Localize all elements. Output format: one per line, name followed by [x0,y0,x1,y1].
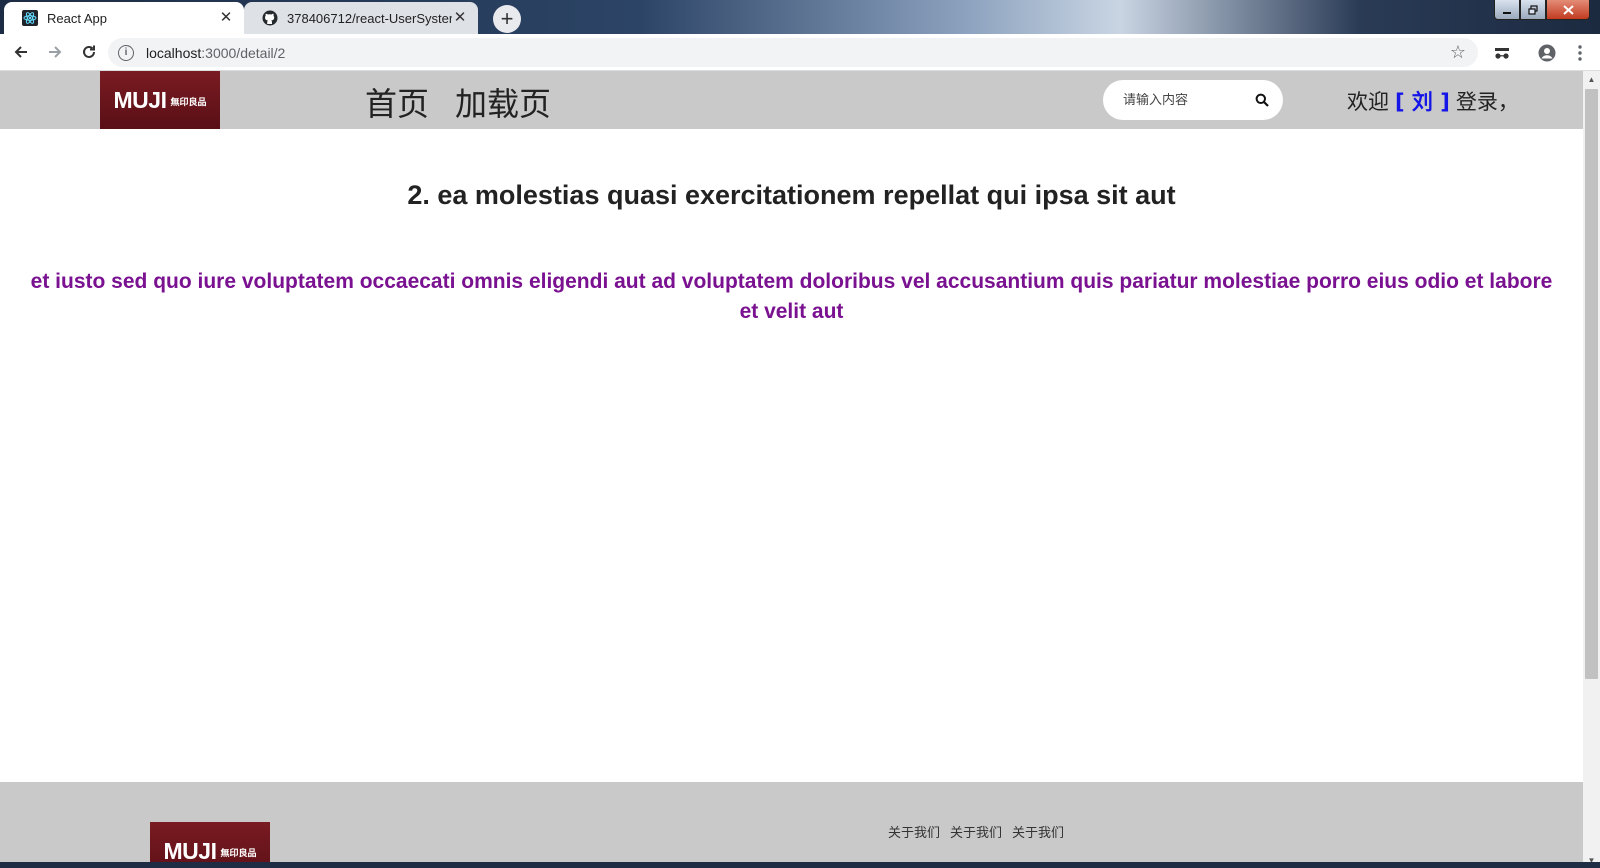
bookmark-star-icon[interactable]: ☆ [1450,42,1466,63]
search-icon [1255,93,1269,107]
reload-button[interactable] [72,35,106,69]
browser-tab-strip: React App ✕ 378406712/react-UserSystem ✕… [0,0,1600,34]
incognito-icon[interactable] [1488,39,1516,67]
welcome-suffix: 登录， [1455,90,1519,114]
scrollbar-thumb[interactable] [1585,89,1598,679]
logo-subtitle: 無印良品 [170,98,207,108]
close-window-button[interactable] [1546,0,1590,20]
tab-github[interactable]: 378406712/react-UserSystem ✕ [244,2,478,34]
close-icon[interactable]: ✕ [452,10,468,26]
os-taskbar [0,862,1600,868]
footer-about-link[interactable]: 关于我们 [888,822,940,841]
footer-about-link[interactable]: 关于我们 [1012,822,1064,841]
logo-wordmark: MUJI [163,837,217,864]
site-footer: MUJI 無印良品 关于我们 关于我们 关于我们 [0,782,1583,868]
minimize-window-button[interactable] [1494,0,1520,20]
welcome-prefix: 欢迎 [1347,90,1389,114]
minimize-icon [1503,11,1511,14]
page-viewport: MUJI 無印良品 首页 加载页 欢迎[ 刘 ]登录， 2. ea molest… [0,71,1583,868]
tab-react-app[interactable]: React App ✕ [4,2,244,34]
reload-icon [83,45,95,58]
restore-icon [1528,4,1538,15]
muji-logo[interactable]: MUJI 無印良品 [100,71,220,129]
close-icon [1562,4,1574,15]
restore-window-button[interactable] [1520,0,1546,20]
info-icon[interactable]: i [118,44,134,61]
logo-wordmark: MUJI [113,86,167,113]
browser-toolbar: i localhost:3000/detail/2 ☆ [0,34,1600,71]
detail-body: et iusto sed quo iure voluptatem occaeca… [30,270,1553,323]
main-nav: 首页 加载页 [365,79,551,125]
close-icon[interactable]: ✕ [218,10,234,26]
new-tab-button[interactable]: + [493,5,521,33]
nav-home-link[interactable]: 首页 [365,79,429,125]
back-button[interactable] [4,35,38,69]
react-icon [22,10,38,26]
user-name-link[interactable]: [ 刘 ] [1395,90,1450,114]
footer-links: 关于我们 关于我们 关于我们 [888,822,1064,841]
scroll-up-icon[interactable]: ▲ [1583,71,1600,87]
logo-subtitle: 無印良品 [220,849,257,859]
url-path: :3000/detail/2 [201,44,286,61]
search-input[interactable] [1123,92,1241,108]
address-bar[interactable]: i localhost:3000/detail/2 ☆ [108,38,1478,67]
welcome-message: 欢迎[ 刘 ] 登录， [1347,86,1519,116]
arrow-left-icon [14,46,27,58]
arrow-right-icon [49,46,62,58]
account-icon[interactable] [1533,39,1561,67]
footer-about-link[interactable]: 关于我们 [950,822,1002,841]
more-menu-icon[interactable] [1566,39,1594,67]
search-button[interactable] [1247,85,1277,115]
search-box [1103,80,1283,120]
nav-loading-link[interactable]: 加载页 [455,79,551,125]
vertical-scrollbar[interactable]: ▲ ▼ [1583,71,1600,868]
github-icon [262,10,278,26]
url-host: localhost [146,44,202,61]
forward-button[interactable] [38,35,72,69]
detail-title: 2. ea molestias quasi exercitationem rep… [407,180,1176,210]
tab-title: 378406712/react-UserSystem [287,10,452,26]
tab-title: React App [47,10,107,26]
site-header: MUJI 無印良品 首页 加载页 欢迎[ 刘 ]登录， [0,71,1583,129]
